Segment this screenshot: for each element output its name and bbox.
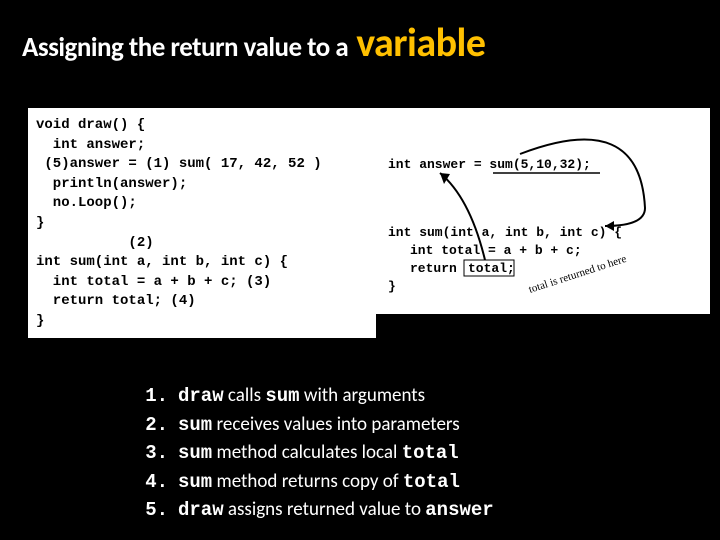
title-prefix: Assigning the return value to a	[22, 31, 348, 64]
diagram-decl-line: int sum(int a, int b, int c) {	[388, 225, 622, 240]
title-highlight: variable	[356, 18, 485, 67]
diagram-body-line: int total = a + b + c;	[410, 243, 582, 258]
step-5: 5. draw assigns returned value to answer	[144, 496, 494, 525]
step-list: 1. draw calls sum with arguments 2. sum …	[144, 382, 494, 525]
diagram-ret-total: total;	[468, 261, 515, 276]
step-1: 1. draw calls sum with arguments	[144, 382, 494, 411]
step-3: 3. sum method calculates local total	[144, 439, 494, 468]
step-4: 4. sum method returns copy of total	[144, 468, 494, 497]
flow-diagram: int answer = sum(5,10,32); int sum(int a…	[372, 108, 710, 314]
step-2: 2. sum receives values into parameters	[144, 411, 494, 440]
diagram-call-line: int answer = sum(5,10,32);	[388, 157, 591, 172]
arrow-call	[520, 140, 645, 226]
slide-title: Assigning the return value to a variable	[22, 18, 486, 67]
diagram-close: }	[388, 279, 396, 294]
diagram-ret-line: return	[410, 261, 457, 276]
diagram-side-note: total is returned to here	[527, 253, 628, 296]
code-listing: void draw() { int answer; (5)answer = (1…	[28, 108, 376, 338]
